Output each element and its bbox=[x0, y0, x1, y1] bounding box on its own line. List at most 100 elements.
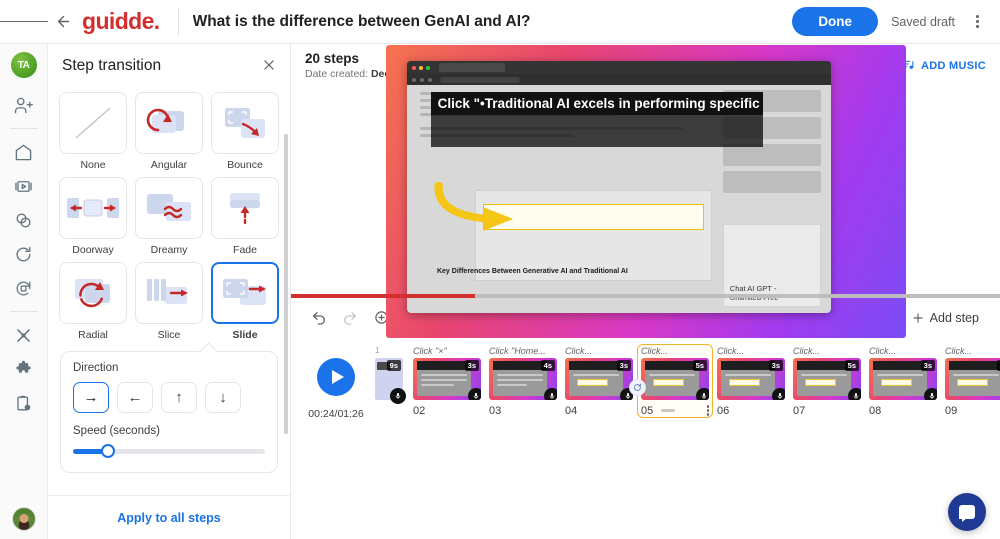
saved-draft-status: Saved draft bbox=[891, 14, 955, 29]
apply-to-all-steps-button[interactable]: Apply to all steps bbox=[117, 511, 221, 525]
microphone-icon bbox=[924, 387, 937, 400]
timeline-step-08[interactable]: Click... 3s 08 bbox=[865, 344, 941, 417]
transition-option-slide[interactable]: Slide bbox=[210, 262, 280, 341]
step-caption: Click... bbox=[717, 345, 744, 356]
timeline-step-05[interactable]: Click... 5s 05 bbox=[629, 343, 713, 418]
back-arrow-icon[interactable] bbox=[48, 13, 78, 30]
transition-preview bbox=[59, 177, 127, 239]
main-area: 20 steps Date created: Dec 04 2024 • Las… bbox=[291, 44, 1000, 539]
timeline-step-06[interactable]: Click... 3s 06 bbox=[713, 344, 789, 417]
direction-up-button[interactable]: ↑ bbox=[161, 382, 197, 413]
speed-slider[interactable] bbox=[73, 444, 265, 458]
transition-icon[interactable] bbox=[629, 378, 646, 396]
magic-tools-icon[interactable] bbox=[7, 319, 41, 351]
drag-handle[interactable] bbox=[661, 409, 676, 412]
add-step-button[interactable]: Add step bbox=[904, 306, 986, 330]
transition-option-doorway[interactable]: Doorway bbox=[58, 177, 128, 256]
panel-scrollbar[interactable] bbox=[284, 134, 288, 434]
step-number: 1 bbox=[375, 345, 380, 355]
step-caption: Click... bbox=[641, 345, 668, 356]
refresh-icon[interactable] bbox=[7, 238, 41, 270]
kebab-menu-icon[interactable] bbox=[706, 405, 709, 416]
play-icon[interactable] bbox=[317, 357, 355, 396]
slider-knob[interactable] bbox=[100, 444, 115, 458]
step-number: 03 bbox=[489, 404, 502, 417]
transition-option-none[interactable]: None bbox=[58, 92, 128, 171]
step-caption: Click... bbox=[565, 345, 592, 356]
transition-option-radial[interactable]: Radial bbox=[58, 262, 128, 341]
microphone-icon bbox=[468, 387, 481, 400]
step-footer: 09 bbox=[945, 405, 1000, 417]
microphone-icon bbox=[772, 387, 785, 400]
avatar[interactable] bbox=[11, 507, 36, 531]
transition-label: Angular bbox=[150, 159, 188, 171]
transition-preview bbox=[59, 262, 127, 324]
transition-option-slice[interactable]: Slice bbox=[134, 262, 204, 341]
page-title: What is the difference between GenAI and… bbox=[192, 12, 531, 30]
add-step-label: Add step bbox=[929, 310, 979, 325]
step-duration: 3s bbox=[464, 359, 479, 371]
timeline-step-07[interactable]: Click... 5s 07 bbox=[789, 344, 865, 417]
browser-chrome bbox=[407, 61, 832, 75]
home-icon[interactable] bbox=[7, 136, 41, 168]
timeline-step-03[interactable]: Click "Home... 4s 03 bbox=[485, 344, 561, 417]
direction-right-button[interactable]: → bbox=[73, 382, 109, 413]
chat-bubble-icon[interactable] bbox=[948, 493, 986, 531]
transition-grid: None Angular Bounce Doorway Dreamy Fade … bbox=[58, 88, 280, 341]
step-number: 08 bbox=[869, 404, 882, 417]
direction-left-button[interactable]: ← bbox=[117, 382, 153, 413]
transition-option-angular[interactable]: Angular bbox=[134, 92, 204, 171]
video-library-icon[interactable] bbox=[7, 170, 41, 202]
add-user-icon[interactable] bbox=[7, 89, 41, 121]
overlap-circles-icon[interactable] bbox=[7, 204, 41, 236]
redo-icon[interactable] bbox=[336, 305, 364, 331]
video-preview-area: Chat AI GPT - Unlimited Free Key Differe… bbox=[291, 45, 1000, 339]
kebab-menu-icon[interactable] bbox=[968, 14, 986, 29]
timeline-step-01-partial[interactable]: 1 9s bbox=[375, 344, 409, 404]
undo-icon[interactable] bbox=[305, 305, 333, 331]
panel-content: None Angular Bounce Doorway Dreamy Fade … bbox=[48, 88, 290, 495]
timeline-step-09[interactable]: Click... 3s 09 bbox=[941, 344, 1000, 417]
microphone-icon bbox=[848, 387, 861, 400]
timeline-step-04[interactable]: Click... 3s 04 bbox=[561, 344, 637, 417]
browser-screenshot: Chat AI GPT - Unlimited Free Key Differe… bbox=[407, 61, 832, 314]
app-body: TA Step transition None Angular Bounce D… bbox=[0, 44, 1000, 539]
guidde-logo[interactable]: guidde. bbox=[82, 8, 160, 35]
step-thumbnail: 3s bbox=[717, 357, 785, 400]
step-caption: Click "×" bbox=[413, 345, 447, 356]
transition-label: Fade bbox=[233, 244, 257, 256]
transition-preview bbox=[211, 177, 279, 239]
done-button[interactable]: Done bbox=[792, 7, 879, 36]
step-footer: 02 bbox=[413, 405, 481, 417]
puzzle-icon[interactable] bbox=[7, 353, 41, 385]
close-icon[interactable] bbox=[262, 58, 276, 75]
direction-down-button[interactable]: ↓ bbox=[205, 382, 241, 413]
hamburger-icon[interactable] bbox=[0, 18, 48, 25]
step-thumbnail: 9s bbox=[375, 357, 406, 404]
transition-option-fade[interactable]: Fade bbox=[210, 177, 280, 256]
microphone-icon bbox=[390, 387, 406, 404]
step-footer: 04 bbox=[565, 405, 633, 417]
step-duration: 3s bbox=[996, 359, 1000, 371]
history-icon[interactable] bbox=[7, 272, 41, 304]
step-duration: 3s bbox=[920, 359, 935, 371]
add-music-button[interactable]: ADD MUSIC bbox=[902, 58, 986, 74]
app-root: guidde. What is the difference between G… bbox=[0, 0, 1000, 539]
step-caption: Click... bbox=[793, 345, 820, 356]
direction-speed-panel: Direction → ← ↑ ↓ Speed (seconds) bbox=[60, 351, 278, 473]
playback-progress-bar[interactable] bbox=[291, 293, 1000, 298]
step-caption: Click... bbox=[945, 345, 972, 356]
timeline-step-02[interactable]: Click "×" 3s 02 bbox=[409, 344, 485, 417]
workspace-avatar[interactable]: TA bbox=[10, 52, 37, 78]
transition-option-bounce[interactable]: Bounce bbox=[210, 92, 280, 171]
clipboard-clock-icon[interactable] bbox=[7, 387, 41, 419]
page-heading: Key Differences Between Generative AI an… bbox=[436, 267, 628, 275]
meta-prefix: Date created: bbox=[305, 67, 371, 80]
transition-option-dreamy[interactable]: Dreamy bbox=[134, 177, 204, 256]
timeline-filmstrip[interactable]: 00:24/01:26 1 9s Click "×" 3s 02 Click "… bbox=[291, 338, 1000, 539]
step-footer: 03 bbox=[489, 405, 557, 417]
rail-footer bbox=[0, 507, 47, 531]
step-number: 04 bbox=[565, 404, 578, 417]
plus-icon bbox=[911, 311, 925, 325]
transition-label: Slice bbox=[157, 329, 181, 341]
